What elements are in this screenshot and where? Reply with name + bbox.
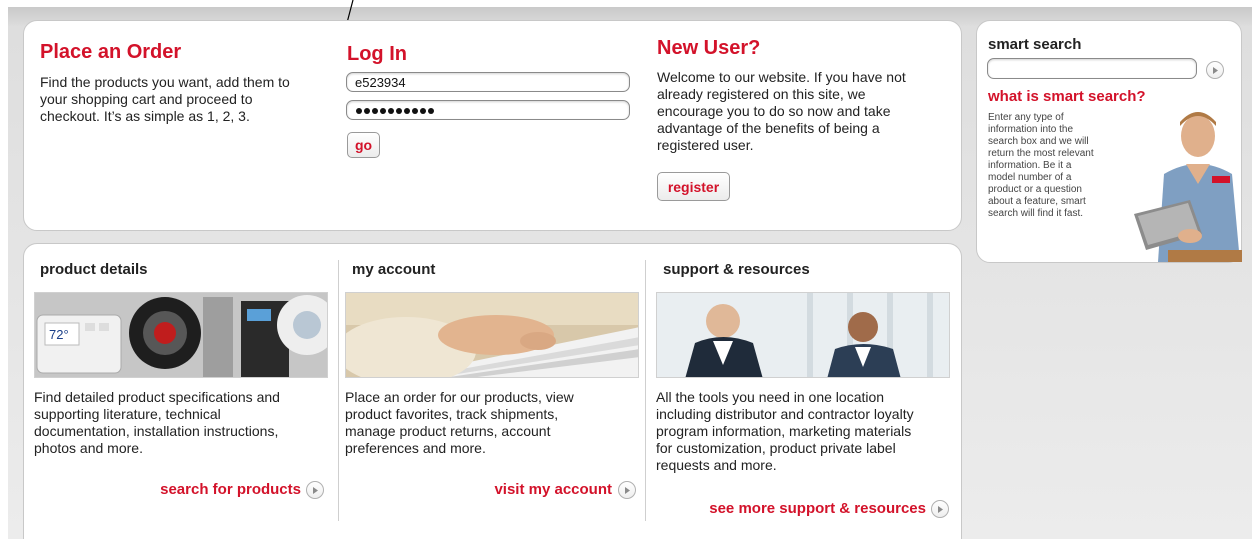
register-button[interactable]: register xyxy=(657,172,730,201)
smart-search-input[interactable] xyxy=(987,58,1197,79)
product-details-text-line: documentation, installation instructions… xyxy=(34,423,279,439)
support-resources-image xyxy=(656,292,950,378)
smart-search-text: Enter any type of information into the s… xyxy=(988,112,1128,220)
login-title: Log In xyxy=(347,43,407,65)
my-account-text-line: manage product returns, account xyxy=(345,423,551,439)
colleagues-photo xyxy=(657,293,949,377)
product-details-text-line: photos and more. xyxy=(34,440,143,456)
see-more-support-link[interactable]: see more support & resources xyxy=(709,500,926,517)
new-user-title: New User? xyxy=(657,37,761,59)
place-order-text: Find the products you want, add them to … xyxy=(40,74,340,125)
my-account-title: my account xyxy=(352,261,436,278)
my-account-text-line: product favorites, track shipments, xyxy=(345,406,559,422)
product-details-text-line: Find detailed product specifications and xyxy=(34,389,280,405)
password-input[interactable] xyxy=(346,100,630,120)
place-order-title: Place an Order xyxy=(40,41,182,63)
smart-search-text-line: about a feature, smart xyxy=(988,196,1086,207)
password-mask xyxy=(356,108,434,114)
product-details-title: product details xyxy=(40,261,148,278)
smart-search-text-line: search will find it fast. xyxy=(988,208,1084,219)
support-resources-text-line: for customization, product private label xyxy=(656,440,896,456)
smart-search-text-line: model number of a xyxy=(988,172,1072,183)
visit-my-account-arrow-icon[interactable] xyxy=(618,481,636,499)
support-resources-title: support & resources xyxy=(663,261,810,278)
technician-image xyxy=(1134,112,1242,262)
smart-search-title: smart search xyxy=(988,36,1082,53)
smart-search-subtitle: what is smart search? xyxy=(988,88,1146,105)
support-resources-text-line: program information, marketing materials xyxy=(656,423,912,439)
smart-search-go-icon[interactable] xyxy=(1206,61,1224,79)
product-collage: 72° xyxy=(35,293,327,377)
my-account-image xyxy=(345,292,639,378)
place-order-text-line: Find the products you want, add them to xyxy=(40,74,290,90)
my-account-text-line: Place an order for our products, view xyxy=(345,389,574,405)
username-input[interactable] xyxy=(346,72,630,92)
new-user-text-line: registered user. xyxy=(657,137,754,153)
place-order-text-line: checkout. It’s as simple as 1, 2, 3. xyxy=(40,108,250,124)
my-account-text-line: preferences and more. xyxy=(345,440,486,456)
my-account-text: Place an order for our products, view pr… xyxy=(345,389,645,457)
search-for-products-link[interactable]: search for products xyxy=(160,481,301,498)
search-for-products-arrow-icon[interactable] xyxy=(306,481,324,499)
product-details-text-line: supporting literature, technical xyxy=(34,406,221,422)
support-resources-text: All the tools you need in one location i… xyxy=(656,389,956,474)
column-divider xyxy=(338,260,339,521)
smart-search-text-line: Enter any type of xyxy=(988,112,1064,123)
smart-search-text-line: search box and we will xyxy=(988,136,1089,147)
go-button[interactable]: go xyxy=(347,132,380,158)
smart-search-text-line: information into the xyxy=(988,124,1074,135)
keyboard-hand-photo xyxy=(346,293,638,377)
column-divider xyxy=(645,260,646,521)
support-resources-text-line: including distributor and contractor loy… xyxy=(656,406,914,422)
product-details-image: 72° xyxy=(34,292,328,378)
thermostat-reading: 72° xyxy=(49,327,69,342)
place-order-text-line: your shopping cart and proceed to xyxy=(40,91,253,107)
new-user-text: Welcome to our website. If you have not … xyxy=(657,69,957,154)
new-user-text-line: encourage you to do so now and take xyxy=(657,103,891,119)
smart-search-text-line: return the most relevant xyxy=(988,148,1094,159)
new-user-text-line: already registered on this site, we xyxy=(657,86,866,102)
support-resources-text-line: All the tools you need in one location xyxy=(656,389,885,405)
new-user-text-line: advantage of the benefits of being a xyxy=(657,120,880,136)
support-resources-text-line: requests and more. xyxy=(656,457,777,473)
smart-search-text-line: product or a question xyxy=(988,184,1082,195)
smart-search-text-line: information. Be it a xyxy=(988,160,1072,171)
see-more-support-arrow-icon[interactable] xyxy=(931,500,949,518)
product-details-text: Find detailed product specifications and… xyxy=(34,389,334,457)
visit-my-account-link[interactable]: visit my account xyxy=(494,481,612,498)
new-user-text-line: Welcome to our website. If you have not xyxy=(657,69,906,85)
